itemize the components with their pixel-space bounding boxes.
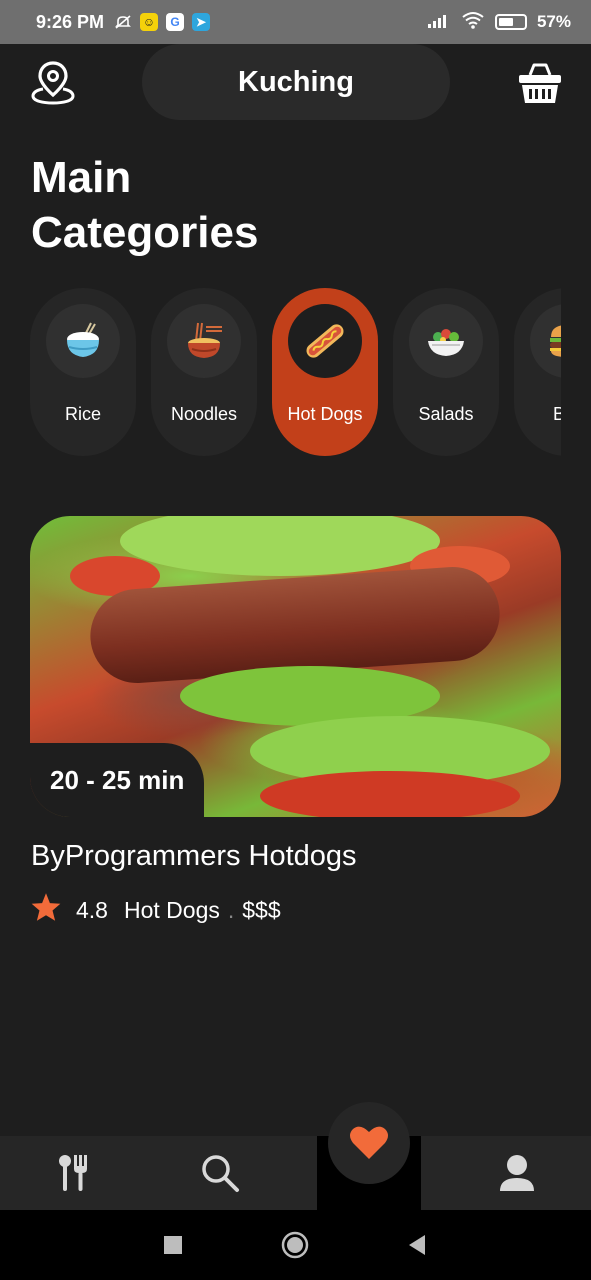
mute-icon — [114, 13, 132, 31]
status-right: 57% — [427, 11, 571, 34]
smiley-app-icon: ☺ — [140, 13, 159, 31]
circle-icon — [281, 1231, 309, 1259]
battery-icon — [494, 14, 527, 30]
rice-bowl-icon — [46, 304, 120, 378]
basket-icon — [519, 63, 561, 103]
wifi-icon — [461, 11, 485, 34]
category-list[interactable]: Rice Noodles Hot Dogs Salads B — [30, 288, 561, 456]
status-notification-icons: ☺ G ➤ — [114, 13, 211, 31]
category-label: Rice — [64, 404, 101, 424]
category-salads[interactable]: Salads — [393, 288, 499, 456]
user-icon — [500, 1155, 534, 1191]
bottom-nav — [0, 1136, 591, 1210]
noodles-icon — [167, 304, 241, 378]
location-pin-icon — [31, 61, 75, 105]
google-icon: G — [166, 13, 185, 31]
salad-icon — [409, 304, 483, 378]
price-level: $$$ — [242, 896, 281, 923]
hot-dog-icon — [288, 304, 362, 378]
back-button[interactable] — [402, 1230, 432, 1260]
header: Kuching — [0, 44, 591, 128]
telegram-icon: ➤ — [192, 13, 211, 31]
nav-search[interactable] — [170, 1136, 270, 1210]
status-time: 9:26 PM — [36, 11, 105, 32]
status-bar: 9:26 PM ☺ G ➤ 57% — [0, 0, 591, 44]
category-rice[interactable]: Rice — [30, 288, 136, 456]
location-button[interactable] — [26, 56, 80, 110]
star-icon — [30, 892, 62, 928]
image-tomato — [260, 771, 520, 817]
system-nav-bar — [0, 1210, 591, 1280]
restaurant-category: Hot Dogs — [123, 896, 220, 923]
nav-profile[interactable] — [467, 1136, 567, 1210]
search-icon — [202, 1155, 239, 1192]
restaurant-name[interactable]: ByProgrammers Hotdogs — [31, 840, 357, 873]
square-icon — [164, 1236, 182, 1254]
restaurant-meta: 4.8 Hot Dogs . $$$ — [30, 892, 281, 928]
nav-favourites[interactable] — [328, 1102, 410, 1184]
page-title: Main Categories — [31, 150, 331, 260]
heart-icon — [350, 1126, 388, 1159]
meta-separator: . — [227, 896, 235, 923]
category-label: Salads — [418, 404, 474, 424]
battery-percent: 57% — [536, 12, 571, 31]
category-noodles[interactable]: Noodles — [151, 288, 257, 456]
image-lettuce — [120, 516, 440, 576]
cutlery-icon — [59, 1155, 87, 1191]
triangle-back-icon — [409, 1235, 425, 1255]
battery-fill — [498, 18, 513, 26]
category-label: Hot Dogs — [287, 404, 363, 424]
signal-icon — [427, 12, 451, 33]
page-title-line1: Main — [31, 153, 132, 202]
page-title-line2: Categories — [31, 208, 259, 257]
burger-icon — [530, 304, 561, 378]
delivery-time-badge: 20 - 25 min — [30, 743, 205, 817]
rating-value: 4.8 — [76, 896, 108, 923]
nav-home[interactable] — [24, 1136, 124, 1210]
recents-button[interactable] — [158, 1230, 188, 1260]
restaurant-image[interactable]: 20 - 25 min — [30, 516, 561, 817]
basket-button[interactable] — [513, 56, 567, 110]
category-label: Bur — [552, 404, 561, 424]
category-hot-dogs[interactable]: Hot Dogs — [272, 288, 378, 456]
category-burgers[interactable]: Bur — [514, 288, 561, 456]
city-selector[interactable]: Kuching — [142, 44, 450, 120]
home-button[interactable] — [280, 1230, 310, 1260]
category-label: Noodles — [170, 404, 238, 424]
